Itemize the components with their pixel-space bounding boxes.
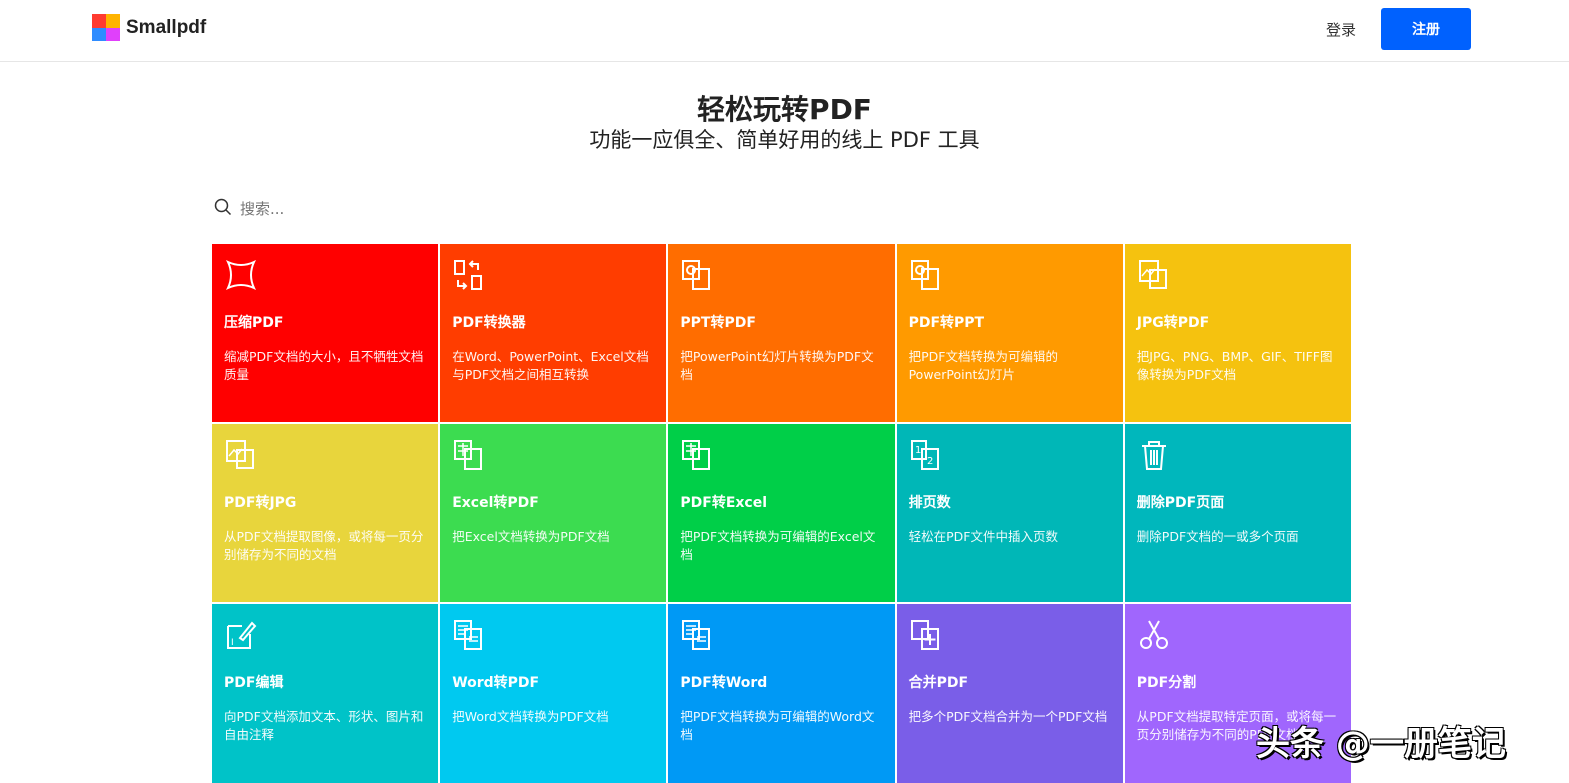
tool-name: PDF分割 bbox=[1136, 675, 1197, 691]
tool-tile[interactable]: PDF转JPG 从PDF文档提取图像，或将每一页分别储存为不同的文档 bbox=[212, 424, 439, 602]
tool-tile[interactable]: PPT转PDF 把PowerPoint幻灯片转换为PDF文档 bbox=[668, 244, 895, 422]
tool-tile[interactable]: PDF转PPT 把PDF文档转换为可编辑的PowerPoint幻灯片 bbox=[896, 244, 1123, 422]
tool-name: 合并PDF bbox=[908, 675, 969, 691]
image-icon bbox=[1137, 258, 1339, 292]
top-nav: Smallpdf 登录 注册 bbox=[0, 0, 1569, 62]
tool-name: PDF转PPT bbox=[908, 315, 985, 331]
ppt-icon bbox=[909, 258, 1111, 292]
tool-description: 把Excel文档转换为PDF文档 bbox=[452, 529, 610, 544]
tool-description: 缩减PDF文档的大小，且不牺牲文档质量 bbox=[224, 349, 424, 382]
tool-description: 把JPG、PNG、BMP、GIF、TIFF图像转换为PDF文档 bbox=[1136, 349, 1333, 382]
tool-description: 删除PDF文档的一或多个页面 bbox=[1136, 529, 1299, 544]
tool-tile[interactable]: 12 排页数 轻松在PDF文件中插入页数 bbox=[896, 424, 1123, 602]
watermark: 头条 @一册笔记 bbox=[1256, 724, 1506, 764]
tool-tile[interactable]: PDF转Word 把PDF文档转换为可编辑的Word文档 bbox=[668, 604, 895, 783]
svg-text:1: 1 bbox=[915, 445, 921, 456]
trash-icon bbox=[1137, 438, 1339, 472]
tool-tile[interactable]: I PDF编辑 向PDF文档添加文本、形状、图片和自由注释 bbox=[212, 604, 439, 783]
logo-icon bbox=[92, 14, 120, 41]
tool-name: Excel转PDF bbox=[452, 495, 539, 511]
tool-name: PDF转换器 bbox=[452, 315, 526, 331]
page-subtitle: 功能一应俱全、简单好用的线上 PDF 工具 bbox=[589, 128, 980, 152]
tool-description: 把PowerPoint幻灯片转换为PDF文档 bbox=[680, 349, 874, 382]
excel-icon bbox=[452, 438, 654, 472]
page-numbers-icon: 12 bbox=[909, 438, 1111, 472]
tool-name: PDF编辑 bbox=[224, 675, 284, 691]
edit-icon: I bbox=[224, 618, 426, 652]
ppt-icon bbox=[680, 258, 882, 292]
tool-tile[interactable]: Word转PDF 把Word文档转换为PDF文档 bbox=[440, 604, 667, 783]
tool-tile[interactable]: JPG转PDF 把JPG、PNG、BMP、GIF、TIFF图像转换为PDF文档 bbox=[1124, 244, 1351, 422]
search-input[interactable] bbox=[240, 200, 540, 218]
tool-description: 把PDF文档转换为可编辑的Excel文档 bbox=[680, 529, 876, 562]
image-icon bbox=[224, 438, 426, 472]
login-link[interactable]: 登录 bbox=[1326, 19, 1356, 40]
tool-name: 删除PDF页面 bbox=[1136, 495, 1225, 511]
tool-tile[interactable]: PDF转换器 在Word、PowerPoint、Excel文档与PDF文档之间相… bbox=[440, 244, 667, 422]
svg-text:I: I bbox=[231, 638, 234, 648]
tool-name: PDF转Word bbox=[680, 675, 768, 691]
tool-description: 从PDF文档提取图像，或将每一页分别储存为不同的文档 bbox=[224, 529, 424, 562]
tool-tile[interactable]: 合并PDF 把多个PDF文档合并为一个PDF文档 bbox=[896, 604, 1123, 783]
tools-grid: 压缩PDF 缩减PDF文档的大小，且不牺牲文档质量 PDF转换器 在Word、P… bbox=[212, 244, 1351, 783]
tool-tile[interactable]: 压缩PDF 缩减PDF文档的大小，且不牺牲文档质量 bbox=[212, 244, 439, 422]
tool-description: 向PDF文档添加文本、形状、图片和自由注释 bbox=[224, 709, 424, 742]
tool-name: Word转PDF bbox=[452, 675, 540, 691]
tool-description: 在Word、PowerPoint、Excel文档与PDF文档之间相互转换 bbox=[452, 349, 649, 382]
tool-name: 排页数 bbox=[908, 495, 951, 511]
tool-tile[interactable]: Excel转PDF 把Excel文档转换为PDF文档 bbox=[440, 424, 667, 602]
compress-icon bbox=[224, 258, 426, 292]
tool-name: PDF转JPG bbox=[224, 495, 297, 511]
tool-description: 把PDF文档转换为可编辑的Word文档 bbox=[680, 709, 875, 742]
search-bar[interactable] bbox=[214, 198, 540, 220]
signup-button[interactable]: 注册 bbox=[1381, 8, 1471, 50]
search-icon bbox=[214, 198, 232, 220]
tool-name: PPT转PDF bbox=[680, 315, 756, 331]
logo-text: Smallpdf bbox=[126, 16, 207, 38]
excel-icon bbox=[680, 438, 882, 472]
svg-text:2: 2 bbox=[927, 456, 933, 467]
tool-description: 轻松在PDF文件中插入页数 bbox=[908, 529, 1058, 544]
tool-description: 把PDF文档转换为可编辑的PowerPoint幻灯片 bbox=[908, 349, 1058, 382]
page-title: 轻松玩转PDF bbox=[697, 93, 872, 126]
tool-name: JPG转PDF bbox=[1136, 315, 1210, 331]
word-icon bbox=[680, 618, 882, 652]
tool-name: 压缩PDF bbox=[224, 315, 284, 331]
scissors-icon bbox=[1137, 618, 1339, 652]
tool-description: 把多个PDF文档合并为一个PDF文档 bbox=[908, 709, 1108, 724]
tool-tile[interactable]: 删除PDF页面 删除PDF文档的一或多个页面 bbox=[1124, 424, 1351, 602]
word-icon bbox=[452, 618, 654, 652]
logo[interactable]: Smallpdf bbox=[92, 14, 206, 41]
tool-tile[interactable]: PDF转Excel 把PDF文档转换为可编辑的Excel文档 bbox=[668, 424, 895, 602]
tool-description: 把Word文档转换为PDF文档 bbox=[452, 709, 609, 724]
tool-name: PDF转Excel bbox=[680, 495, 768, 511]
merge-icon bbox=[909, 618, 1111, 652]
convert-icon bbox=[452, 258, 654, 292]
